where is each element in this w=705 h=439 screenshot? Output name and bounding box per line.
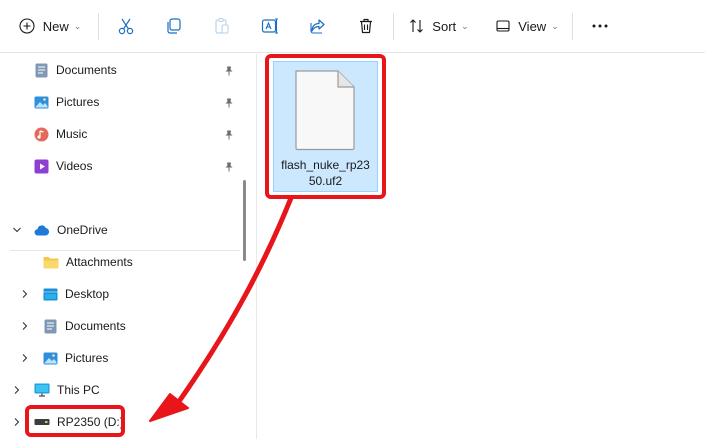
annotation-arrow [149,195,294,422]
